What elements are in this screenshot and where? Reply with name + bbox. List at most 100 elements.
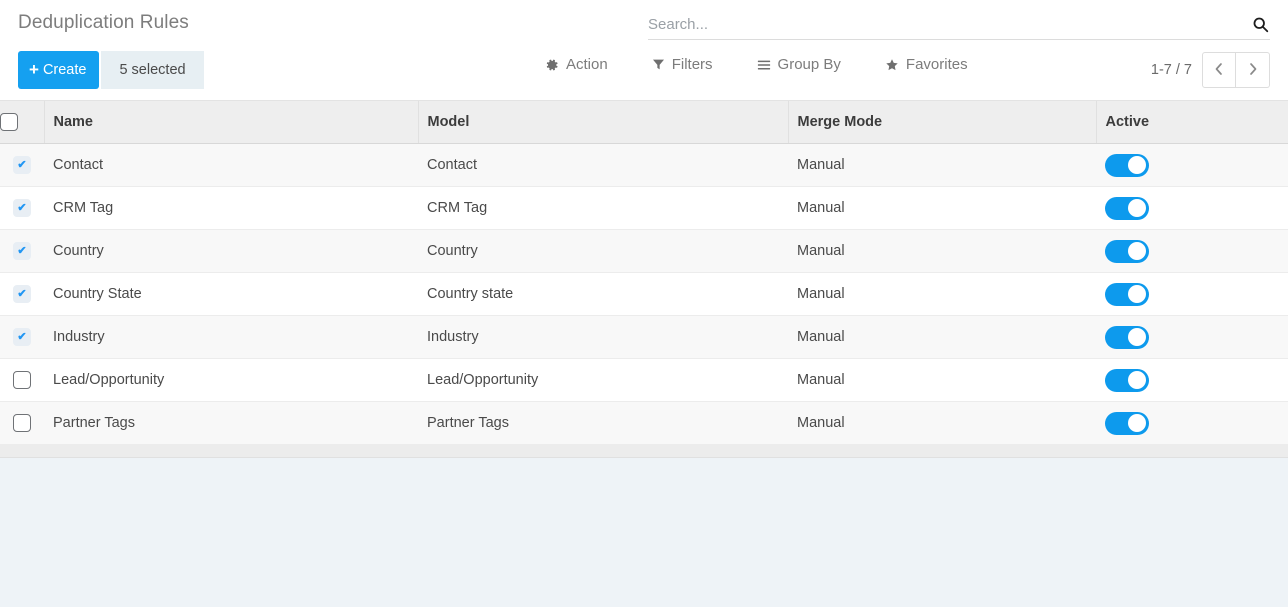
favorites-menu-label: Favorites [905,56,968,73]
toggle-knob [1128,199,1146,217]
row-checkbox[interactable] [13,414,31,432]
row-checkbox[interactable] [13,371,31,389]
list-icon [757,58,771,72]
active-toggle[interactable] [1105,239,1149,263]
cell-name: Contact [44,143,418,187]
create-button[interactable]: + Create [18,51,100,89]
table-row[interactable]: CountryCountryManual [0,229,1288,273]
plus-icon: + [29,59,39,79]
table-row[interactable]: Lead/Opportunity Lead/Opportunity Manual [0,358,1288,402]
row-checkbox[interactable] [13,199,31,217]
toggle-knob [1128,328,1146,346]
group-by-menu-button[interactable]: Group By [757,56,841,73]
row-select-cell [0,143,44,187]
cell-active [1096,186,1288,230]
chevron-right-icon [1248,62,1258,79]
active-toggle[interactable] [1105,153,1149,177]
cell-active [1096,272,1288,316]
select-all-checkbox[interactable] [0,113,18,131]
cell-model: Industry [418,315,788,359]
row-checkbox[interactable] [13,242,31,260]
toggle-knob [1128,285,1146,303]
pager-next-button[interactable] [1236,52,1270,88]
action-menu-button[interactable]: Action [545,56,608,73]
view-toolbar: Action Filters Group By Favorites [545,56,968,73]
cell-model: CRM Tag [418,186,788,230]
pager: 1-7 / 7 [1151,52,1270,88]
action-button-row: + Create 5 selected [18,51,204,89]
create-button-label: Create [42,62,87,78]
filter-icon [652,58,665,71]
favorites-menu-button[interactable]: Favorites [885,56,968,73]
toggle-knob [1128,156,1146,174]
active-toggle[interactable] [1105,411,1149,435]
chevron-left-icon [1214,62,1224,79]
row-select-cell [0,186,44,230]
table-row[interactable]: CRM TagCRM TagManual [0,186,1288,230]
breadcrumb: Deduplication Rules [18,12,189,33]
row-select-cell [0,229,44,273]
table-row[interactable]: Country StateCountry stateManual [0,272,1288,316]
table-row[interactable]: IndustryIndustryManual [0,315,1288,359]
cell-name: Lead/Opportunity [44,358,418,402]
table-header-row: Name Model Merge Mode Active [0,100,1288,144]
cell-active [1096,315,1288,359]
table-header: Name Model Merge Mode Active [0,100,1288,144]
list-view: Name Model Merge Mode Active ContactCont… [0,100,1288,458]
cell-merge-mode: Manual [788,229,1096,273]
cell-merge-mode: Manual [788,401,1096,445]
active-toggle[interactable] [1105,196,1149,220]
app-root: Deduplication Rules +Create 5 selected [0,0,1288,607]
page-background [0,458,1288,598]
column-header-name[interactable]: Name [43,100,418,144]
cell-model: Country [418,229,788,273]
table-body: ContactContactManualCRM TagCRM TagManual… [0,143,1288,445]
row-checkbox[interactable] [13,285,31,303]
control-panel: Deduplication Rules +Create 5 selected [0,0,1288,100]
search-bar[interactable] [648,10,1270,40]
toggle-knob [1128,371,1146,389]
cell-name: Country State [44,272,418,316]
cell-active [1096,143,1288,187]
cell-model: Lead/Opportunity [418,358,788,402]
cell-active [1096,229,1288,273]
pager-previous-button[interactable] [1202,52,1236,88]
search-icon[interactable] [1250,15,1270,35]
toggle-knob [1128,242,1146,260]
records-table: Name Model Merge Mode Active ContactCont… [0,100,1288,445]
column-header-model[interactable]: Model [417,100,788,144]
cell-name: Industry [44,315,418,359]
pager-range: 1-7 / 7 [1150,62,1192,78]
cell-merge-mode: Manual [788,186,1096,230]
table-row[interactable]: ContactContactManual [0,143,1288,187]
row-checkbox[interactable] [13,156,31,174]
cell-model: Partner Tags [418,401,788,445]
star-icon [885,58,899,72]
table-row[interactable]: Partner Tags Partner Tags Manual [0,401,1288,445]
active-toggle[interactable] [1105,368,1149,392]
column-header-active[interactable]: Active [1095,100,1288,144]
select-all-header-cell [0,100,44,144]
active-toggle[interactable] [1105,282,1149,306]
cell-name: Partner Tags [44,401,418,445]
cell-merge-mode: Manual [788,272,1096,316]
row-select-cell [0,315,44,359]
table-footer-strip [0,445,1288,458]
column-header-merge-mode[interactable]: Merge Mode [787,100,1096,144]
filters-menu-label: Filters [671,56,713,73]
row-checkbox[interactable] [13,328,31,346]
active-toggle[interactable] [1105,325,1149,349]
filters-menu-button[interactable]: Filters [652,56,713,73]
search-input[interactable] [648,12,1242,37]
cell-model: Contact [418,143,788,187]
cell-merge-mode: Manual [788,315,1096,359]
selected-count-badge[interactable]: 5 selected [101,51,204,89]
cell-name: Country [44,229,418,273]
cell-active [1096,358,1288,402]
cell-name: CRM Tag [44,186,418,230]
group-by-menu-label: Group By [777,56,841,73]
gear-icon [545,58,559,72]
action-menu-label: Action [566,56,608,73]
cell-merge-mode: Manual [788,358,1096,402]
cell-active [1096,401,1288,445]
